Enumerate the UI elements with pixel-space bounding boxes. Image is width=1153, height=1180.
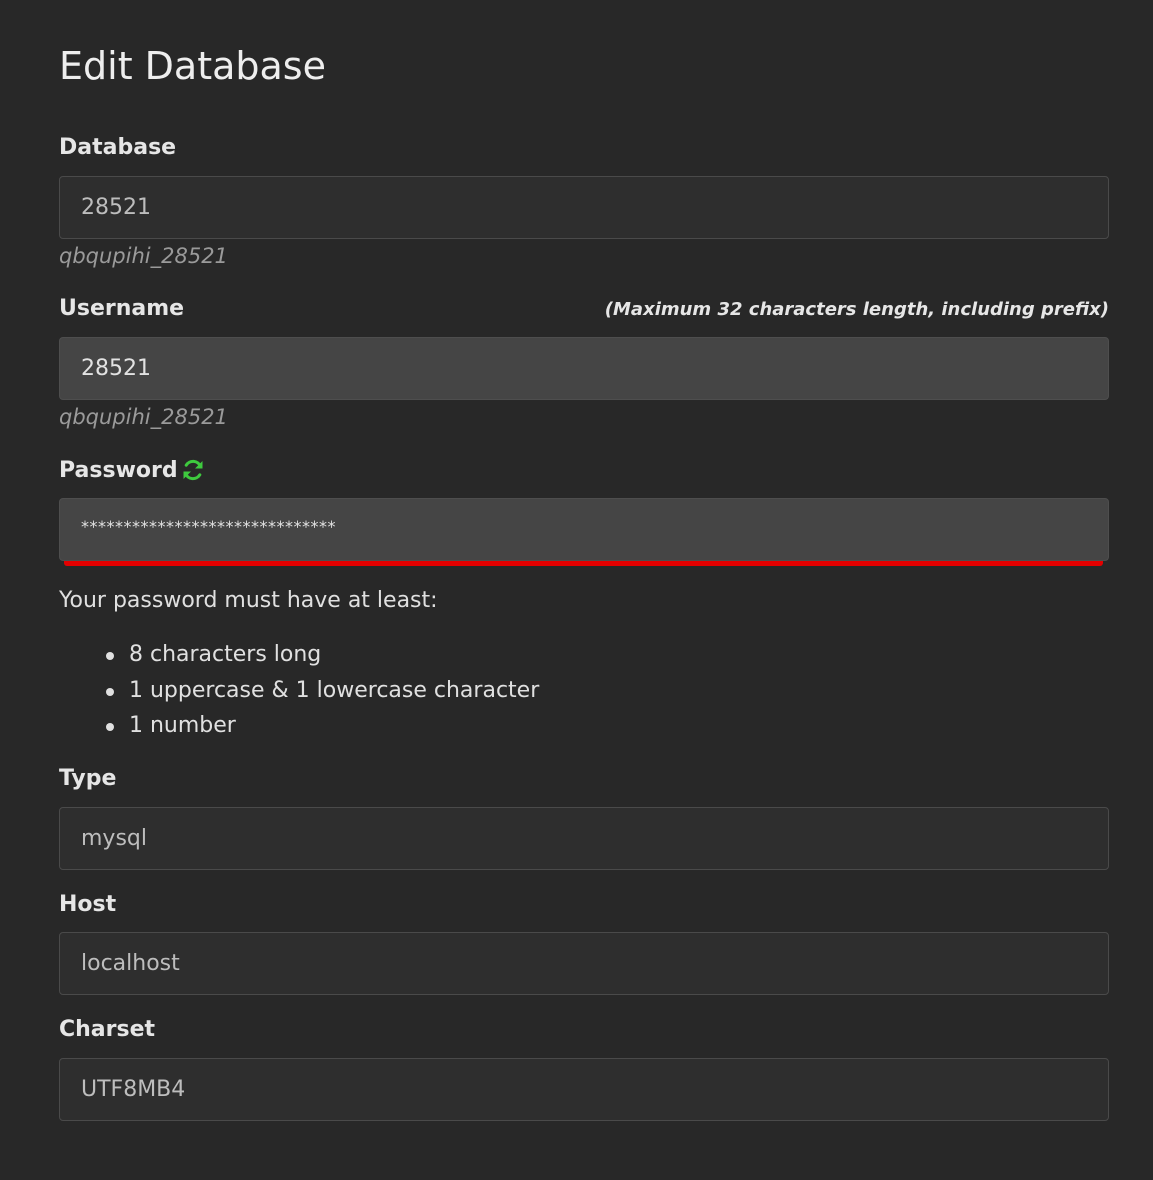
username-length-hint: (Maximum 32 characters length, including… xyxy=(604,299,1109,320)
refresh-icon[interactable] xyxy=(181,458,205,482)
list-item: 8 characters long xyxy=(59,637,539,673)
requirement-text: 8 characters long xyxy=(129,642,322,667)
type-label: Type xyxy=(59,766,117,791)
charset-field[interactable]: UTF8MB4 xyxy=(59,1058,1109,1121)
host-field[interactable]: localhost xyxy=(59,932,1109,995)
database-prefixed-name: qbqupihi_28521 xyxy=(59,244,228,268)
password-requirements-intro: Your password must have at least: xyxy=(59,588,438,613)
list-item: 1 number xyxy=(59,708,539,744)
bullet-icon xyxy=(106,652,114,660)
database-field[interactable]: 28521 xyxy=(59,176,1109,239)
username-prefixed-name: qbqupihi_28521 xyxy=(59,405,228,429)
edit-database-form: Edit Database Database 28521 qbqupihi_28… xyxy=(0,0,1153,1180)
username-label: Username xyxy=(59,296,185,321)
list-item: 1 uppercase & 1 lowercase character xyxy=(59,673,539,709)
requirement-text: 1 uppercase & 1 lowercase character xyxy=(129,677,540,703)
bullet-icon xyxy=(106,687,114,696)
username-field[interactable]: 28521 xyxy=(59,337,1109,400)
charset-label: Charset xyxy=(59,1017,156,1042)
type-field[interactable]: mysql xyxy=(59,807,1109,870)
page-title: Edit Database xyxy=(59,44,326,88)
password-label: Password xyxy=(59,458,178,483)
bullet-icon xyxy=(106,723,114,731)
requirement-text: 1 number xyxy=(129,713,236,738)
password-strength-bar xyxy=(64,561,1103,566)
host-label: Host xyxy=(59,892,117,917)
password-field[interactable]: ****************************** xyxy=(59,498,1109,561)
password-requirements-list: 8 characters long 1 uppercase & 1 lowerc… xyxy=(59,637,539,744)
database-label: Database xyxy=(59,135,177,160)
